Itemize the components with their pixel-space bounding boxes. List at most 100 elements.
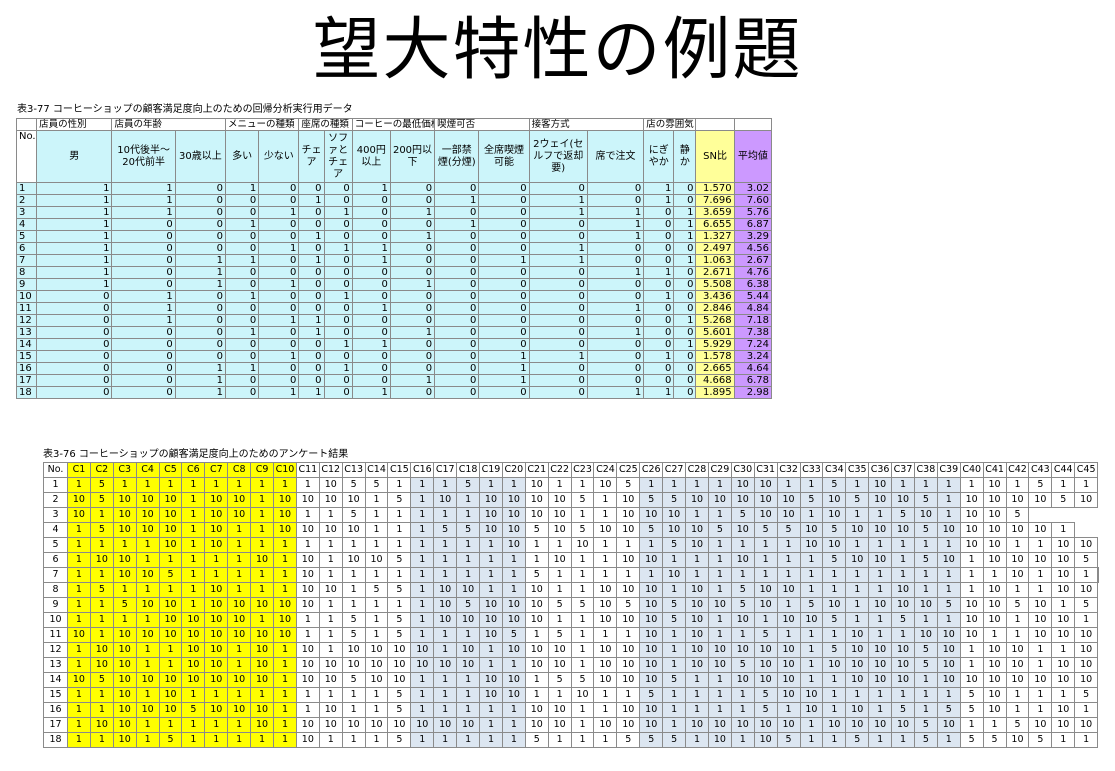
table2-cell: 10 (891, 522, 915, 538)
table2-cell: 1 (547, 537, 572, 553)
table1-cell: 0 (298, 362, 325, 375)
table2-cell: 1 (1074, 612, 1099, 628)
table2-cell: 10 (433, 492, 458, 508)
table2-cell: 10 (593, 642, 618, 658)
table2-cell: 1 (295, 537, 320, 553)
table1-cell: 1 (673, 230, 697, 243)
table2-cell: 10 (112, 627, 137, 643)
table2-cell: 1 (273, 567, 297, 583)
table2-cell: 1 (799, 642, 824, 658)
table2-cell: 1 (364, 567, 389, 583)
table2-cell: 5 (387, 702, 412, 718)
table2-cell: 1 (181, 552, 206, 568)
table1-cell: 0 (258, 254, 300, 267)
table2-cell: 10 (936, 672, 961, 688)
table2-cell: 10 (1028, 597, 1053, 613)
table2-cell: 10 (524, 597, 549, 613)
table2-cell: 10 (250, 672, 275, 688)
table2-row: 6 1 10 10 1 1 1 1 1 10 1 10 1 10 10 5 1 1 1 1 1 1 10 1 1 10 10 1 1 1 1… (43, 552, 1099, 568)
table2-cell: 1 (273, 687, 297, 703)
table1-cell: 1 (36, 242, 113, 255)
table2-cell: 1 (593, 567, 618, 583)
table2-cell: 1 (891, 627, 915, 643)
table2-cell: 10 (364, 657, 389, 673)
table1-cell: 0 (673, 362, 697, 375)
table2-cell: 1 (570, 627, 595, 643)
table2-column-header: C35 (845, 462, 870, 478)
table1-cell: 0 (673, 350, 697, 363)
table2-cell: 5 (662, 492, 687, 508)
table2-cell: 1 (547, 612, 572, 628)
table2-cell: 10 (959, 507, 984, 523)
table2-cell: 10 (822, 507, 847, 523)
table2-cell: 10 (501, 672, 526, 688)
table2-cell: 1 (456, 732, 481, 748)
table2-cell: 10 (1074, 672, 1099, 688)
table2-cell: 10 (982, 552, 1007, 568)
table2-cell: 10 (707, 717, 732, 733)
table1-cell: 1 (225, 326, 260, 339)
table1-cell: 0 (351, 218, 391, 231)
table1-cell: 5.268 (695, 314, 735, 327)
table2-row: 18 1 1 10 1 5 1 1 1 1 1 10 1 1 1 5 1 1 1 1 1 5 1 1 1 5 5 5 1 10 1 10 5 1 1… (43, 732, 1099, 748)
table1-row-number: 5 (15, 230, 38, 243)
table2-cell: 10 (158, 627, 183, 643)
table2-cell: 10 (295, 552, 320, 568)
table2-cell: 10 (936, 627, 961, 643)
table2-cell: 10 (639, 672, 664, 688)
table2-column-header: C4 (135, 462, 160, 478)
table1-cell: 1 (643, 290, 675, 303)
table2-cell: 10 (936, 522, 961, 538)
table1-cell: 5.508 (695, 278, 735, 291)
table2-cell: 10 (730, 672, 755, 688)
table1-cell: 0 (323, 194, 353, 207)
table1-cell: 0 (323, 374, 353, 387)
table2-cell: 10 (295, 522, 320, 538)
table2-cell: 1 (707, 537, 732, 553)
table2-cell: 5 (1005, 597, 1030, 613)
table2-cell: 1 (799, 477, 824, 493)
table2-cell: 1 (1074, 567, 1099, 583)
table2-cell: 1 (250, 522, 275, 538)
table2-column-header: C41 (982, 462, 1007, 478)
table2-cell: 10 (387, 657, 412, 673)
table2-cell: 5 (662, 612, 687, 628)
table2-cell: 10 (616, 492, 641, 508)
table1-cell: 0 (478, 182, 530, 195)
table2-cell: 1 (387, 597, 412, 613)
table2-column-header: C12 (318, 462, 343, 478)
table2-cell: 1 (89, 627, 114, 643)
table2-cell: 1 (1028, 582, 1053, 598)
table2-cell: 1 (707, 582, 732, 598)
table1-column-header: 少ない (258, 130, 300, 183)
table2-cell: 10 (227, 492, 252, 508)
table2-cell: 1 (67, 522, 91, 538)
table2-cell: 10 (1028, 522, 1053, 538)
table2-cell: 1 (822, 687, 847, 703)
table2-cell: 1 (1028, 567, 1053, 583)
table2-cell: 1 (273, 477, 297, 493)
table2-cell: 1 (570, 552, 595, 568)
table1-cell: 0 (528, 218, 588, 231)
table2-cell: 1 (112, 477, 137, 493)
table2-cell: 1 (204, 477, 229, 493)
table1-cell: 0 (111, 242, 176, 255)
table2-cell: 5 (616, 597, 641, 613)
table2-cell: 1 (433, 507, 458, 523)
table1-cell: 0 (111, 254, 176, 267)
table2-cell: 10 (524, 582, 549, 598)
table2-cell: 10 (112, 492, 137, 508)
table1-cell: 3.02 (733, 182, 773, 195)
table1-cell: 1 (174, 254, 227, 267)
table2-cell: 1 (936, 687, 961, 703)
table2-cell: 10 (456, 582, 481, 598)
table2-cell: 1 (67, 612, 91, 628)
table2-cell: 1 (913, 582, 938, 598)
table2-cell: 1 (616, 567, 641, 583)
table2-column-header: C10 (273, 462, 297, 478)
table2-cell: 1 (868, 687, 893, 703)
table1-cell: 0 (434, 278, 480, 291)
table2-cell: 10 (524, 507, 549, 523)
table2-cell: 1 (364, 627, 389, 643)
table1-cell: 0 (389, 182, 436, 195)
